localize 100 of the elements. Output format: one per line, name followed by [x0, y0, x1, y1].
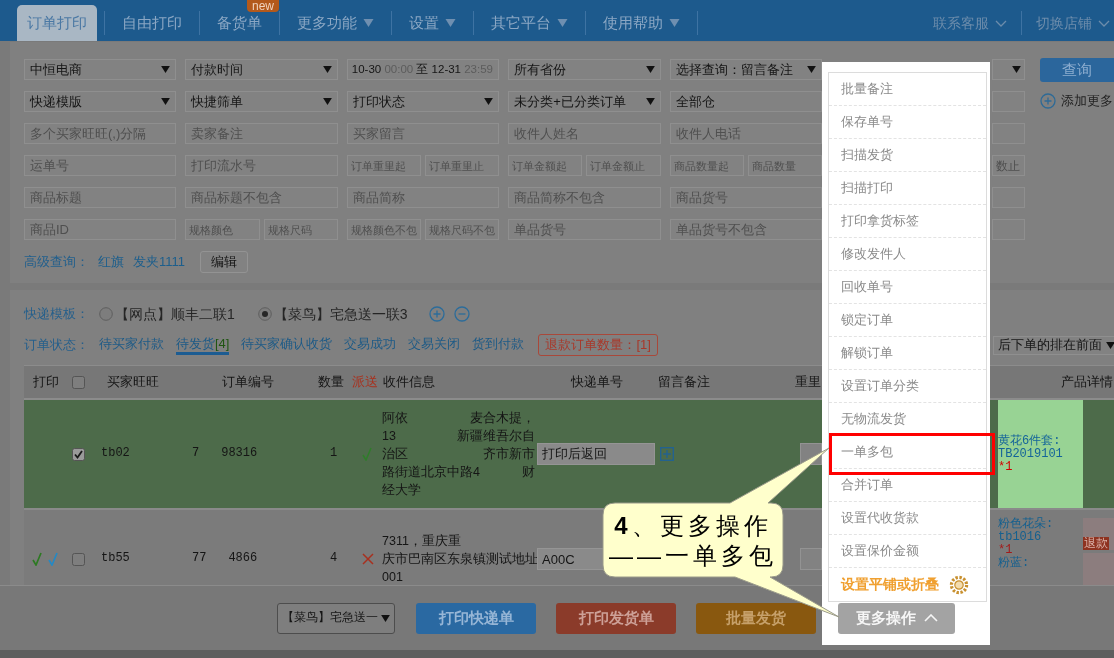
- menu-item[interactable]: 锁定订单: [829, 304, 986, 337]
- menu-item[interactable]: 扫描打印: [829, 172, 986, 205]
- edit-button[interactable]: 编辑: [200, 251, 249, 273]
- order-number: 77: [192, 551, 207, 567]
- horizontal-scrollbar[interactable]: [0, 650, 1114, 658]
- menu-item[interactable]: 回收单号: [829, 271, 986, 304]
- column-header: 打印: [33, 373, 59, 391]
- caret-icon: [381, 614, 390, 622]
- address-text: 新疆维吾尔自: [457, 428, 535, 445]
- menu-item[interactable]: 批量备注: [829, 73, 986, 106]
- caret-icon: [322, 98, 332, 105]
- row-checkbox[interactable]: [72, 447, 85, 461]
- filter-select[interactable]: 所有省份: [508, 59, 661, 80]
- action-button[interactable]: 批量发货: [696, 602, 816, 634]
- address-text: 齐市新市: [483, 446, 535, 463]
- radio-button[interactable]: [99, 307, 113, 321]
- radio-label[interactable]: 【菜鸟】宅急送一联3: [273, 304, 408, 324]
- filter-select[interactable]: [992, 59, 1025, 80]
- quantity: 1: [330, 446, 338, 462]
- menu-item[interactable]: 设置保价金额: [829, 535, 986, 568]
- gear-icon: [949, 574, 969, 595]
- row-checkbox[interactable]: [72, 552, 85, 566]
- caret-icon: [807, 66, 817, 73]
- column-header: 买家旺旺: [107, 373, 159, 391]
- select-all-checkbox[interactable]: [72, 375, 85, 389]
- menu-item[interactable]: 设置订单分类: [829, 370, 986, 403]
- filter-select[interactable]: 打印状态: [346, 91, 500, 112]
- caret-icon: [161, 66, 171, 73]
- radio-button[interactable]: [257, 307, 272, 321]
- caret-icon: [161, 98, 171, 105]
- address-text: 庆市巴南区东泉镇测试地址: [382, 551, 538, 568]
- plus-circle-icon[interactable]: [428, 306, 445, 322]
- order-number: 98316: [221, 446, 258, 462]
- weight-input[interactable]: [800, 548, 822, 570]
- sort-select[interactable]: 后下单的排在前面: [993, 335, 1114, 355]
- template-select[interactable]: 【菜鸟】宅急送一: [277, 602, 395, 634]
- square-plus-icon[interactable]: [660, 447, 674, 461]
- status-tab[interactable]: 货到付款: [472, 335, 525, 355]
- status-tab[interactable]: 待买家确认收货: [241, 335, 333, 355]
- filter-select[interactable]: 中恒电商: [24, 59, 177, 80]
- nav-tab[interactable]: 设置: [392, 13, 473, 33]
- buyer-id: tb02: [101, 446, 130, 462]
- caret-icon: [1106, 341, 1114, 349]
- column-header: 重里: [795, 373, 821, 391]
- nav-menu[interactable]: 切换店铺: [1022, 13, 1114, 33]
- advanced-search-label: 高级查询：: [24, 253, 89, 271]
- menu-item[interactable]: 解锁订单: [829, 337, 986, 370]
- nav-tab[interactable]: 其它平台: [474, 13, 585, 33]
- menu-item[interactable]: 保存单号: [829, 106, 986, 139]
- filter-select[interactable]: 快捷筛单: [185, 91, 338, 112]
- filter-select[interactable]: 付款时间: [185, 59, 338, 80]
- caret-icon: [322, 66, 332, 73]
- nav-tab[interactable]: 备货单: [200, 13, 279, 33]
- more-actions-button[interactable]: 更多操作: [838, 602, 955, 634]
- search-button[interactable]: 查询: [1040, 57, 1114, 82]
- caret-icon: [484, 98, 494, 105]
- nav-tab[interactable]: 自由打印: [105, 13, 199, 33]
- address-text: 麦合木提，: [470, 410, 535, 427]
- address-text: 阿依: [382, 410, 408, 427]
- caret-icon: [1012, 66, 1021, 73]
- buyer-id: tb55: [101, 551, 130, 567]
- menu-item[interactable]: 无物流发货: [829, 403, 986, 436]
- status-tab[interactable]: 交易成功: [344, 335, 397, 355]
- product-name: 黄花6件套:: [998, 434, 1061, 448]
- product-quantity: *1: [998, 460, 1013, 474]
- status-tab[interactable]: 待发货[4]: [176, 335, 230, 355]
- filter-select[interactable]: 快递模版: [24, 91, 177, 112]
- product-quantity: *1: [998, 544, 1013, 557]
- filter-field[interactable]: 全部仓: [669, 91, 823, 112]
- filter-select[interactable]: 选择查询：留言备注: [669, 59, 823, 80]
- nav-tab[interactable]: 使用帮助: [586, 13, 697, 33]
- status-tab[interactable]: 交易关闭: [408, 335, 461, 355]
- minus-circle-icon[interactable]: [453, 306, 470, 322]
- action-button[interactable]: 打印快递单: [416, 602, 536, 634]
- nav-tab[interactable]: 更多功能: [280, 13, 391, 33]
- product-name: 粉蓝:: [998, 557, 1030, 570]
- menu-item[interactable]: 设置代收货款: [829, 502, 986, 535]
- address-text: 13: [382, 428, 396, 445]
- action-button[interactable]: 打印发货单: [556, 602, 676, 634]
- quantity: 4: [330, 551, 338, 567]
- caret-icon: [645, 98, 655, 105]
- address-text: 7311，重庆重: [382, 533, 461, 550]
- menu-item[interactable]: 修改发件人: [829, 238, 986, 271]
- tracking-input[interactable]: 打印后返回: [537, 443, 655, 465]
- caret-icon: [645, 66, 655, 73]
- nav-tab[interactable]: 订单打印: [17, 5, 97, 41]
- address-text: 经大学: [382, 482, 421, 499]
- nav-menu[interactable]: 联系客服: [919, 13, 1021, 33]
- column-header: 订单编号: [222, 373, 274, 391]
- column-header: 快递单号: [571, 373, 623, 391]
- order-number: 7: [192, 446, 200, 462]
- menu-item[interactable]: 扫描发货: [829, 139, 986, 172]
- radio-label[interactable]: 【网点】顺丰二联1: [115, 304, 235, 324]
- add-filter-link[interactable]: 添加更多: [1040, 93, 1113, 110]
- refund-badge: 退款: [1083, 537, 1109, 550]
- status-tab[interactable]: 待买家付款: [99, 335, 164, 355]
- filter-select[interactable]: 未分类+已分类订单: [508, 91, 661, 112]
- chevron-down-icon: [995, 19, 1007, 27]
- product-name: 粉色花朵:: [998, 518, 1054, 531]
- menu-item[interactable]: 打印拿货标签: [829, 205, 986, 238]
